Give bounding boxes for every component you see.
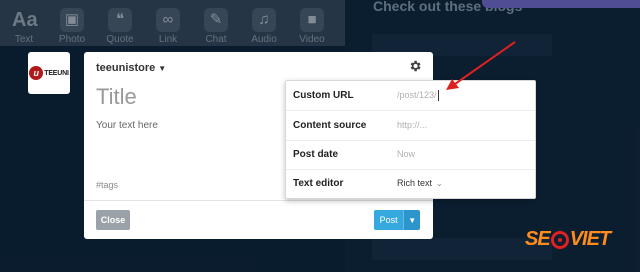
- custom-url-input[interactable]: /post/123/: [397, 90, 439, 102]
- post-options-button[interactable]: ▼: [403, 210, 420, 230]
- text-editor-select[interactable]: Rich text ⌄: [397, 178, 443, 188]
- setting-label: Text editor: [293, 178, 344, 189]
- post-button[interactable]: Post: [374, 210, 404, 230]
- chevron-down-icon: ▼: [408, 215, 417, 225]
- gear-icon[interactable]: [408, 59, 422, 73]
- watermark-text-right: VIET: [569, 228, 611, 250]
- chevron-down-icon: ▼: [158, 63, 167, 73]
- post-settings-menu: Custom URL /post/123/ Content source htt…: [285, 80, 536, 199]
- title-input[interactable]: Title: [96, 84, 137, 110]
- avatar-logo-mark: u: [29, 66, 44, 80]
- blog-name: teeunistore: [96, 62, 156, 74]
- post-button-group: Post ▼: [374, 210, 420, 230]
- tags-input[interactable]: #tags: [96, 180, 118, 190]
- setting-label: Custom URL: [293, 90, 354, 101]
- watermark-text-left: SE: [525, 228, 551, 250]
- avatar-logo-text: TEEUNI: [44, 69, 69, 77]
- text-cursor: [437, 90, 439, 102]
- setting-label: Post date: [293, 149, 339, 160]
- blog-avatar: u TEEUNI: [28, 52, 70, 94]
- content-source-input[interactable]: http://...: [397, 120, 427, 130]
- body-input[interactable]: Your text here: [96, 120, 158, 131]
- setting-text-editor: Text editor Rich text ⌄: [286, 169, 535, 198]
- chevron-down-icon: ⌄: [436, 179, 443, 188]
- crosshair-icon: [550, 230, 569, 249]
- post-date-input[interactable]: Now: [397, 149, 415, 159]
- setting-post-date: Post date Now: [286, 140, 535, 170]
- watermark-logo: SE VIET: [525, 228, 611, 251]
- composer-footer: Close Post ▼: [84, 200, 433, 240]
- custom-url-value: /post/123/: [397, 90, 437, 100]
- text-editor-value: Rich text: [397, 178, 433, 188]
- setting-custom-url: Custom URL /post/123/: [286, 81, 535, 111]
- setting-content-source: Content source http://...: [286, 111, 535, 141]
- setting-label: Content source: [293, 120, 367, 131]
- blog-selector[interactable]: teeunistore ▼: [96, 62, 166, 74]
- close-button[interactable]: Close: [96, 210, 130, 230]
